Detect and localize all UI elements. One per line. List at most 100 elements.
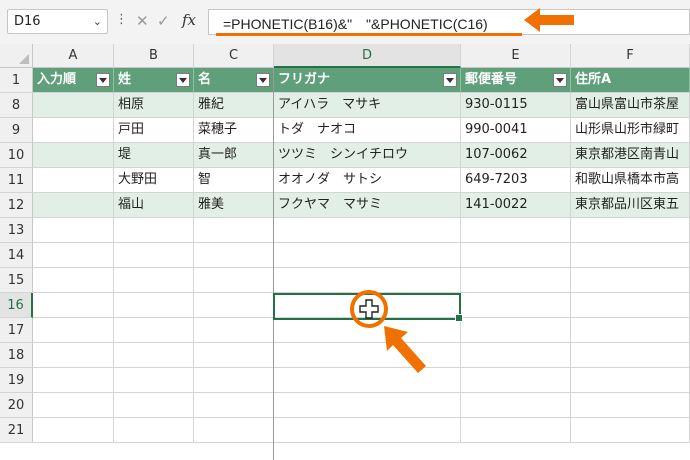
row-header[interactable]: 20 [0, 393, 33, 418]
table-header-cell[interactable]: 名 [194, 68, 274, 93]
row-header[interactable]: 12 [0, 193, 33, 218]
table-cell[interactable] [33, 343, 114, 368]
table-cell[interactable] [461, 343, 571, 368]
table-cell[interactable]: オオノダ サトシ [274, 168, 461, 193]
table-cell[interactable] [194, 368, 274, 393]
table-cell[interactable] [194, 418, 274, 443]
table-cell[interactable] [33, 243, 114, 268]
table-cell[interactable] [571, 268, 690, 293]
table-cell[interactable]: 大野田 [114, 168, 194, 193]
table-cell[interactable] [194, 318, 274, 343]
row-header[interactable]: 9 [0, 118, 33, 143]
table-cell[interactable] [194, 393, 274, 418]
table-header-cell[interactable]: 郵便番号 [461, 68, 571, 93]
table-cell[interactable] [461, 218, 571, 243]
table-cell[interactable]: 930-0115 [461, 93, 571, 118]
table-cell[interactable] [274, 343, 461, 368]
table-cell[interactable] [114, 243, 194, 268]
table-cell[interactable] [33, 293, 114, 318]
filter-dropdown-icon[interactable] [96, 73, 110, 87]
table-cell[interactable]: ツツミ シンイチロウ [274, 143, 461, 168]
column-header-e[interactable]: E [461, 44, 571, 68]
table-cell[interactable] [194, 218, 274, 243]
name-box[interactable]: D16 ⌄ [7, 9, 108, 34]
select-all-corner[interactable] [0, 44, 33, 68]
column-header-a[interactable]: A [33, 44, 114, 68]
table-cell[interactable]: 真一郎 [194, 143, 274, 168]
table-cell[interactable] [114, 318, 194, 343]
table-cell[interactable] [274, 243, 461, 268]
table-cell[interactable] [33, 418, 114, 443]
table-cell[interactable] [33, 93, 114, 118]
fill-handle[interactable] [455, 314, 463, 322]
table-cell[interactable]: 141-0022 [461, 193, 571, 218]
row-header[interactable]: 18 [0, 343, 33, 368]
row-header[interactable]: 10 [0, 143, 33, 168]
table-cell[interactable]: 菜穂子 [194, 118, 274, 143]
filter-dropdown-icon[interactable] [443, 73, 457, 87]
table-cell[interactable]: 相原 [114, 93, 194, 118]
table-cell[interactable] [33, 168, 114, 193]
row-header[interactable]: 1 [0, 68, 33, 93]
table-cell[interactable]: 和歌山県橋本市高 [571, 168, 690, 193]
table-cell[interactable] [571, 293, 690, 318]
filter-dropdown-icon[interactable] [553, 73, 567, 87]
row-header[interactable]: 21 [0, 418, 33, 443]
row-header[interactable]: 14 [0, 243, 33, 268]
table-cell[interactable] [274, 368, 461, 393]
table-cell[interactable] [33, 393, 114, 418]
table-cell[interactable] [33, 218, 114, 243]
table-cell[interactable] [114, 293, 194, 318]
table-cell[interactable] [194, 293, 274, 318]
table-cell[interactable] [571, 243, 690, 268]
row-header[interactable]: 8 [0, 93, 33, 118]
table-cell[interactable] [33, 368, 114, 393]
table-cell[interactable] [114, 268, 194, 293]
table-cell[interactable] [571, 368, 690, 393]
table-cell[interactable] [274, 393, 461, 418]
table-cell[interactable] [461, 293, 571, 318]
row-header[interactable]: 13 [0, 218, 33, 243]
table-cell[interactable] [274, 218, 461, 243]
table-header-cell[interactable]: 住所A [571, 68, 690, 93]
table-cell[interactable] [194, 268, 274, 293]
table-cell[interactable] [571, 318, 690, 343]
check-icon[interactable]: ✓ [157, 12, 170, 30]
column-header-c[interactable]: C [194, 44, 274, 68]
table-cell[interactable]: 雅紀 [194, 93, 274, 118]
filter-dropdown-icon[interactable] [256, 73, 270, 87]
table-cell[interactable]: 990-0041 [461, 118, 571, 143]
table-cell[interactable]: 福山 [114, 193, 194, 218]
filter-dropdown-icon[interactable] [176, 73, 190, 87]
table-cell[interactable] [114, 393, 194, 418]
table-cell[interactable] [114, 343, 194, 368]
column-header-f[interactable]: F [571, 44, 690, 68]
cancel-icon[interactable]: ✕ [136, 12, 149, 30]
table-cell[interactable]: トダ ナオコ [274, 118, 461, 143]
table-cell[interactable] [114, 368, 194, 393]
column-header-d[interactable]: D [274, 44, 461, 68]
table-cell[interactable]: 堤 [114, 143, 194, 168]
table-cell[interactable]: 雅美 [194, 193, 274, 218]
table-cell[interactable] [274, 418, 461, 443]
table-cell[interactable] [33, 193, 114, 218]
table-cell[interactable] [461, 368, 571, 393]
more-options-icon[interactable]: ⋮ [115, 13, 128, 27]
table-cell[interactable]: アイハラ マサキ [274, 93, 461, 118]
table-cell[interactable] [461, 418, 571, 443]
table-cell[interactable] [194, 343, 274, 368]
table-cell[interactable]: 東京都品川区東五 [571, 193, 690, 218]
table-header-cell[interactable]: 姓 [114, 68, 194, 93]
table-cell[interactable] [114, 418, 194, 443]
table-cell[interactable]: 戸田 [114, 118, 194, 143]
row-header[interactable]: 16 [0, 293, 33, 318]
table-cell[interactable]: 649-7203 [461, 168, 571, 193]
table-cell[interactable] [461, 393, 571, 418]
row-header[interactable]: 19 [0, 368, 33, 393]
formula-input[interactable]: =PHONETIC(B16)&" "&PHONETIC(C16) [208, 9, 690, 35]
table-cell[interactable]: 智 [194, 168, 274, 193]
row-header[interactable]: 17 [0, 318, 33, 343]
row-header[interactable]: 11 [0, 168, 33, 193]
table-cell[interactable] [571, 218, 690, 243]
table-cell[interactable]: 山形県山形市緑町 [571, 118, 690, 143]
